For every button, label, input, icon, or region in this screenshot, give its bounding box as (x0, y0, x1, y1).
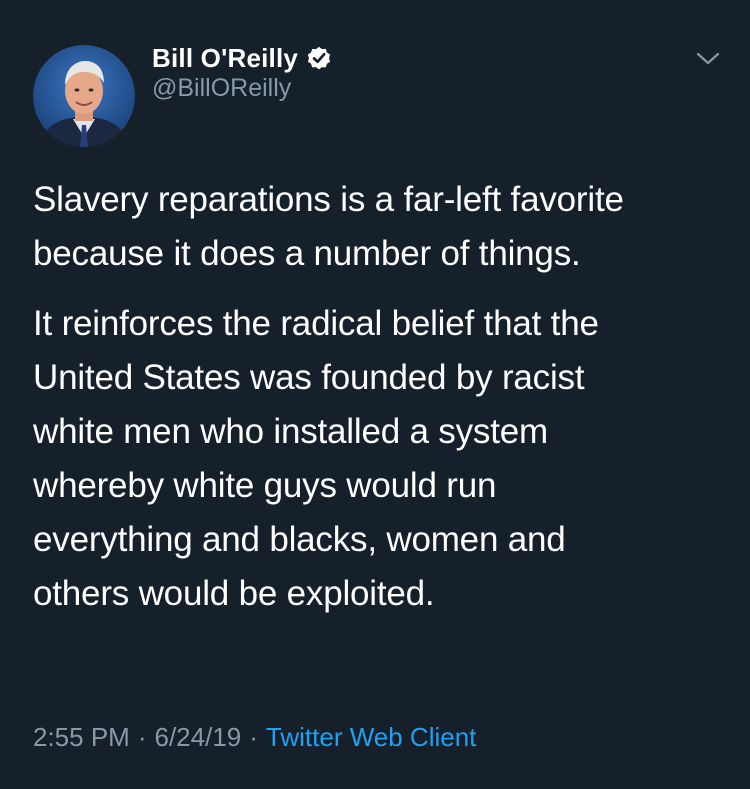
tweet-text: Slavery reparations is a far-left favori… (33, 173, 723, 637)
tweet-time[interactable]: 2:55 PM (33, 722, 130, 753)
tweet-card: Bill O'Reilly @BillOReilly Slavery repar… (0, 0, 750, 789)
tweet-source-link[interactable]: Twitter Web Client (266, 722, 476, 753)
chevron-down-icon[interactable] (694, 48, 722, 70)
author-name-row[interactable]: Bill O'Reilly (152, 40, 333, 76)
verified-badge-icon (305, 44, 333, 72)
display-name[interactable]: Bill O'Reilly (152, 43, 298, 74)
tweet-metadata: 2:55 PM · 6/24/19 · Twitter Web Client (33, 722, 476, 753)
user-handle[interactable]: @BillOReilly (152, 74, 291, 103)
tweet-date[interactable]: 6/24/19 (155, 722, 242, 753)
avatar[interactable] (33, 45, 135, 147)
avatar-photo (33, 45, 135, 147)
meta-separator: · (137, 722, 147, 752)
tweet-paragraph: It reinforces the radical belief that th… (33, 304, 599, 613)
meta-separator: · (249, 722, 258, 752)
tweet-paragraph: Slavery reparations is a far-left favori… (33, 180, 624, 273)
